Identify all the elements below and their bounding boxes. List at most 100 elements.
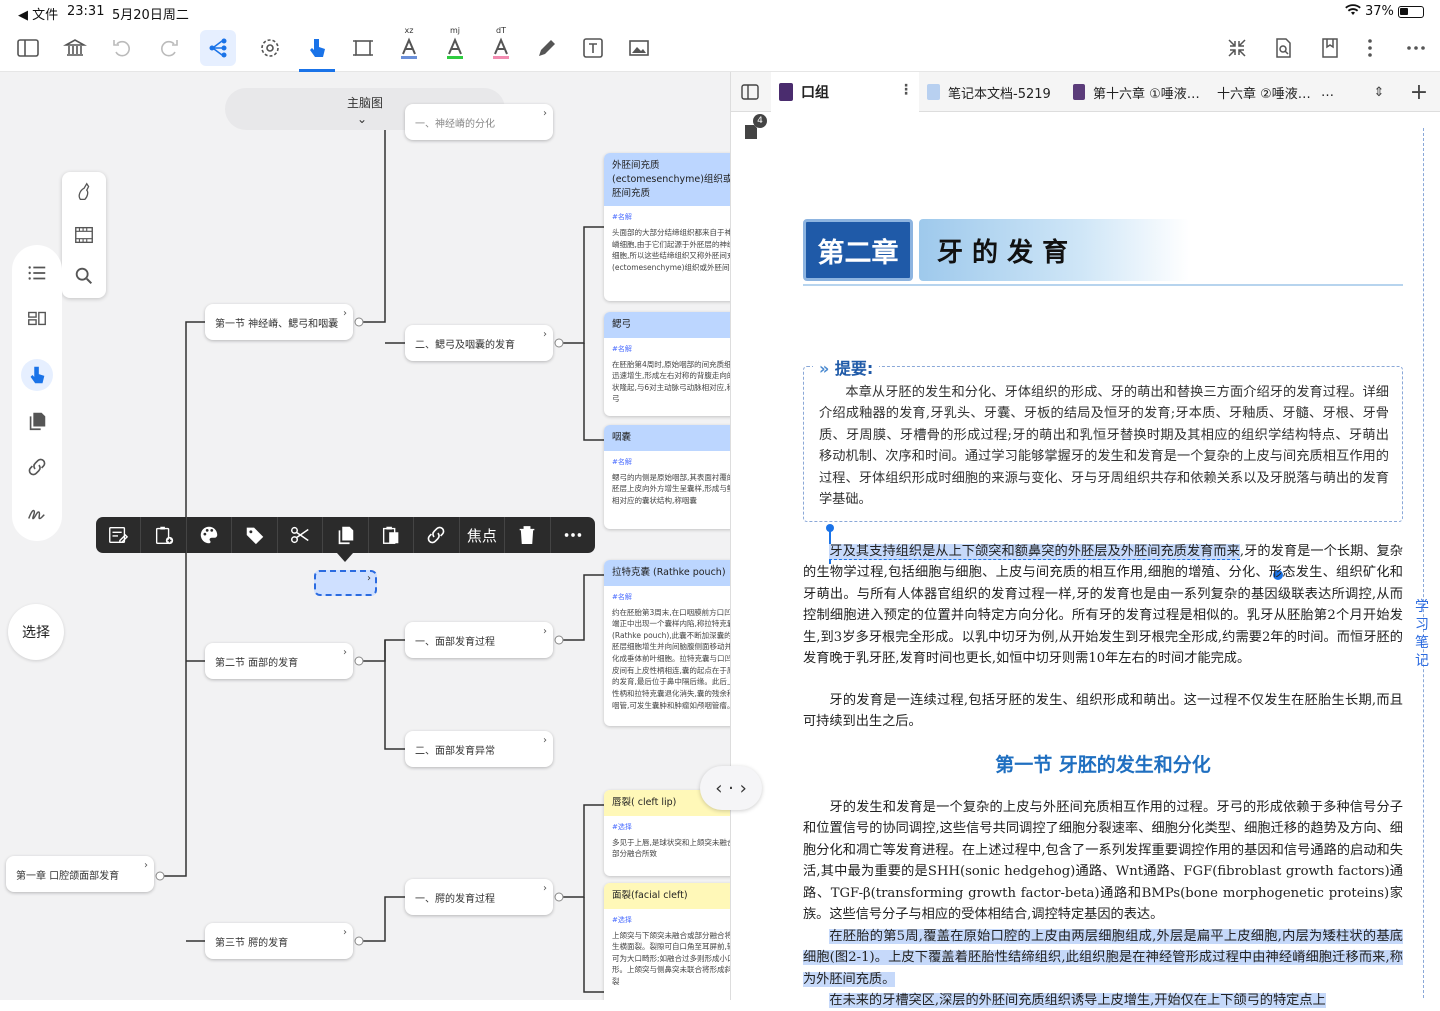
- chevron-right-icon: ›: [367, 573, 371, 584]
- chapter-number: 第二章: [803, 219, 913, 281]
- mindmap-canvas[interactable]: 主脑图 ⌄ 一、神经嵴的分化 › 第一节 神经嵴、鳃弓和咽囊 › 二、鳃弓及咽囊的发…: [0, 72, 730, 1000]
- image-icon[interactable]: [621, 30, 657, 66]
- bookmark-icon[interactable]: [1312, 30, 1348, 66]
- node-label: 第三节 腭的发育: [215, 937, 289, 949]
- note-card[interactable]: 咽囊 #名解 鳃弓的内侧是原始咽部,其表面衬覆的内胚层上皮向外方增生呈囊样,形成…: [604, 425, 730, 529]
- more-vertical-icon[interactable]: [1352, 30, 1388, 66]
- tab-label: 第十六章 ①唾液…: [1093, 86, 1200, 102]
- document-icon: [927, 84, 940, 100]
- highlighter-green-icon[interactable]: [437, 30, 473, 66]
- highlighted-text[interactable]: 在未来的牙槽突区,深层的外胚间充质组织诱导上皮增生,开始仅在上下颌弓的特定点上: [829, 993, 1326, 1008]
- card-title: 咽囊: [604, 425, 730, 451]
- paragraph-4: 在胚胎的第5周,覆盖在原始口腔的上皮由两层细胞组成,外层是扁平上皮细胞,内层为矮…: [803, 926, 1403, 990]
- copy-icon[interactable]: [323, 517, 369, 553]
- node-face-anomaly[interactable]: 二、面部发育异常 ›: [405, 731, 553, 767]
- paste-icon[interactable]: [369, 517, 415, 553]
- node-palate-process[interactable]: 一、腭的发育过程 ›: [405, 879, 553, 915]
- mindmap-icon[interactable]: [200, 30, 236, 66]
- new-tab-icon[interactable]: +: [1407, 72, 1431, 112]
- library-icon[interactable]: [57, 30, 93, 66]
- tab-sort-icon[interactable]: ⇕: [1367, 72, 1391, 112]
- node-neural-crest[interactable]: 一、神经嵴的分化 ›: [405, 104, 553, 140]
- node-section-2[interactable]: 第二节 面部的发育 ›: [205, 643, 353, 679]
- hand-pointer-icon[interactable]: [25, 363, 49, 387]
- link-icon[interactable]: [414, 517, 460, 553]
- tab-chapter16-1[interactable]: 第十六章 ①唾液…: [1069, 72, 1209, 112]
- card-body: 约在胚胎第3周末,在口咽膜前方口凹顶端正中出现一个囊样内陷,称拉特克囊(Rath…: [612, 607, 730, 710]
- page-list-icon[interactable]: 4: [743, 114, 767, 140]
- node-branchial-arch[interactable]: 二、鳃弓及咽囊的发育 ›: [405, 325, 553, 361]
- tab-chapter16-2[interactable]: 十六章 ②唾液…: [1215, 72, 1313, 112]
- note-card[interactable]: 外胚间充质(ectomesenchyme)组织或外胚间充质 #名解 头面部的大部…: [604, 153, 730, 301]
- note-card[interactable]: 面裂(facial cleft) #选择 上颌突与下颌突未融合或部分融合将产生横…: [604, 883, 730, 1000]
- pointer-tool-icon[interactable]: [299, 30, 335, 66]
- lasso-icon[interactable]: [252, 30, 288, 66]
- highlighter-blue-icon[interactable]: [391, 30, 427, 66]
- split-layout-icon[interactable]: [731, 72, 769, 112]
- collapse-icon[interactable]: [1219, 30, 1255, 66]
- highlighted-text[interactable]: 在胚胎的第5周,覆盖在原始口腔的上皮由两层细胞组成,外层是扁平上皮细胞,内层为矮…: [803, 929, 1403, 987]
- sidebar-toggle-icon[interactable]: [10, 30, 46, 66]
- tab-notebook[interactable]: 笔记本文档-5219: [923, 72, 1063, 112]
- node-section-1[interactable]: 第一节 神经嵴、鳃弓和咽囊 ›: [205, 304, 353, 340]
- select-button[interactable]: 选择: [8, 604, 64, 660]
- back-to-files[interactable]: ◀ 文件: [18, 4, 58, 23]
- card-title: 面裂(facial cleft): [604, 883, 730, 909]
- note-card[interactable]: 鳃弓 #名解 在胚胎第4周时,原始咽部的间充质细胞迅速增生,形成左右对称的背腹走…: [604, 312, 730, 416]
- tab-overflow[interactable]: …: [1321, 72, 1341, 112]
- selected-text[interactable]: 牙及其支持组织是从上下颌突和额鼻突的外胚层及外胚间充质发育而来: [829, 544, 1240, 560]
- chevron-right-icon: ›: [343, 647, 347, 658]
- tab-label: 口组: [801, 85, 829, 101]
- film-icon[interactable]: [72, 223, 96, 247]
- chevron-right-icon: ›: [343, 308, 347, 319]
- layout-icon[interactable]: [25, 306, 49, 330]
- link-icon[interactable]: [25, 455, 49, 479]
- signature-icon[interactable]: [25, 501, 49, 525]
- node-section-3[interactable]: 第三节 腭的发育 ›: [205, 923, 353, 959]
- new-node-selected[interactable]: ›: [314, 570, 377, 596]
- split-view-handle[interactable]: ‹ · ›: [700, 766, 762, 810]
- search-icon[interactable]: [72, 264, 96, 288]
- document-search-icon[interactable]: [1265, 30, 1301, 66]
- note-card[interactable]: 拉特克囊 (Rathke pouch) #名解 约在胚胎第3周末,在口咽膜前方口…: [604, 560, 730, 726]
- node-label: 二、面部发育异常: [415, 745, 495, 757]
- chevron-right-icon: ›: [543, 108, 547, 119]
- chapter-title: 牙 的 发 育: [919, 219, 1189, 281]
- scissors-icon[interactable]: [278, 517, 324, 553]
- trash-icon[interactable]: [505, 517, 551, 553]
- more-icon[interactable]: [551, 517, 595, 553]
- pen-icon[interactable]: [529, 30, 565, 66]
- side-rail: [12, 245, 62, 541]
- copy-pages-icon[interactable]: [25, 409, 49, 433]
- study-notes-tab[interactable]: 学习笔记: [1415, 598, 1429, 670]
- tab-active[interactable]: 口组 ⋮: [771, 72, 919, 112]
- palette-icon[interactable]: [187, 517, 233, 553]
- chevron-right-icon: ›: [543, 735, 547, 746]
- chapter-rule: [803, 284, 1403, 286]
- chalk-icon[interactable]: [72, 180, 96, 204]
- paragraph-1: 牙及其支持组织是从上下颌突和额鼻突的外胚层及外胚间充质发育而来,牙的发育是一个长…: [803, 541, 1403, 669]
- card-body: 多见于上唇,是球状突和上颌突未融合或部分融合所致: [612, 837, 730, 859]
- node-label: 第一章 口腔颌面部发育: [16, 870, 120, 882]
- more-horizontal-icon[interactable]: [1398, 30, 1434, 66]
- focus-button[interactable]: 焦点: [460, 517, 506, 553]
- outline-list-icon[interactable]: [25, 261, 49, 285]
- paragraph-3: 牙的发生和发育是一个复杂的上皮与外胚间充质相互作用的过程。牙弓的形成依赖于多种信…: [803, 800, 1403, 923]
- tab-menu-icon[interactable]: ⋮: [899, 82, 913, 98]
- clipboard-add-icon[interactable]: [141, 517, 187, 553]
- paragraph-5: 在未来的牙槽突区,深层的外胚间充质组织诱导上皮增生,开始仅在上下颌弓的特定点上: [803, 990, 1403, 1011]
- card-body: 头面部的大部分结缔组织都来自于神经嵴细胞,由于它们起源于外胚层的神经嵴细胞,所以…: [612, 228, 730, 273]
- crop-icon[interactable]: [345, 30, 381, 66]
- node-root-chapter[interactable]: 第一章 口腔颌面部发育 ›: [6, 856, 154, 892]
- chevron-down-icon: ⌄: [357, 112, 368, 126]
- textbox-icon[interactable]: [575, 30, 611, 66]
- chevron-right-icon: ›: [543, 626, 547, 637]
- note-edit-icon[interactable]: [96, 517, 142, 553]
- pdf-thumb-icon: [779, 83, 793, 101]
- node-label: 第二节 面部的发育: [215, 657, 299, 669]
- node-face-development[interactable]: 一、面部发育过程 ›: [405, 622, 553, 658]
- redo-icon[interactable]: [151, 30, 187, 66]
- tag-icon[interactable]: [232, 517, 278, 553]
- undo-icon[interactable]: [104, 30, 140, 66]
- highlighter-pink-icon[interactable]: [483, 30, 519, 66]
